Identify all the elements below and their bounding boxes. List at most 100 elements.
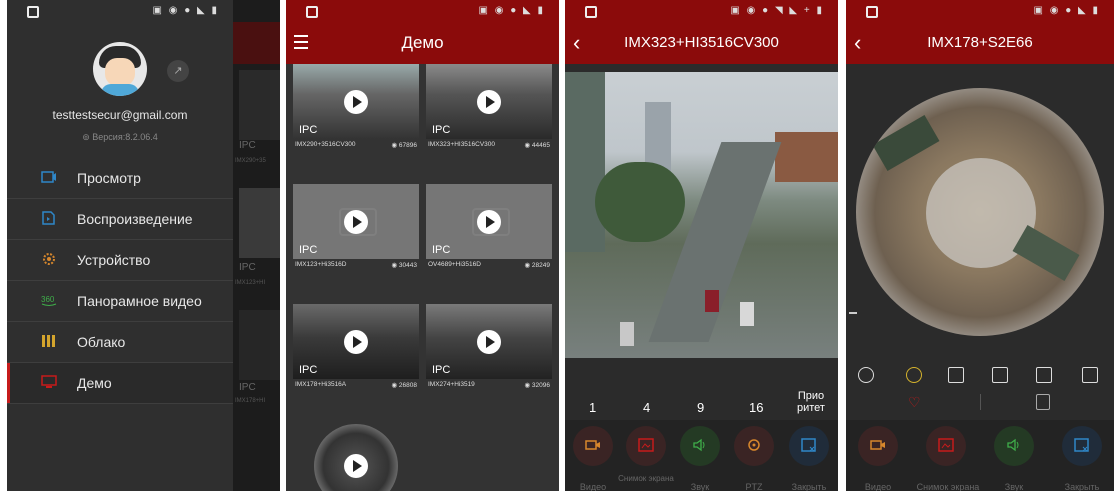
close-icon [1074,438,1089,452]
video-record-button[interactable] [858,426,898,466]
status-bar: ▣ ◉ ● ◣ ▮ [846,0,1114,22]
eye-icon: ◉ [524,382,532,389]
drawer-item-live[interactable]: Просмотр [7,158,233,199]
camera-tile[interactable]: IPC OV4689+Hi3516D ◉ 28249 [426,184,552,275]
wall-mount-icon[interactable] [1036,394,1050,410]
video-record-button[interactable] [573,426,613,466]
priority-option[interactable]: Прио ритет [797,390,825,414]
tile-caption: IMX123+Hi3516D [295,261,347,268]
drawer-item-label: Воспроизведение [77,211,193,227]
tile-views: ◉ 44465 [524,142,550,149]
split-mode-icon[interactable] [1036,367,1052,383]
video-label: Видео [579,482,607,491]
video-record-icon [870,440,885,450]
split-1[interactable]: 1 [589,400,596,415]
play-icon[interactable] [477,329,501,354]
tile-caption: OV4689+Hi3516D [428,261,481,268]
sound-icon [693,438,705,452]
ptz-label: PTZ [745,482,763,491]
split-16[interactable]: 16 [749,400,763,415]
playback-icon [42,211,55,225]
screenshot-icon [638,438,654,452]
side-label-5: IMX178+HI [235,398,266,404]
play-icon[interactable] [477,209,501,234]
camera-video[interactable] [565,72,838,358]
side-label-3: IMX123+HI [235,280,266,286]
close-icon [801,438,816,452]
svg-text:360: 360 [41,295,55,304]
camera-tile[interactable] [314,424,440,491]
drawer-item-playback[interactable]: Воспроизведение [7,199,233,240]
drawer-item-label: Облако [77,334,126,350]
tile-type: IPC [432,124,451,136]
eye-icon: ◉ [524,142,532,149]
sound-icon [1007,438,1019,452]
app-version: ⊚ Версия:8.2.06.4 [82,132,158,142]
account-email: testtestsecur@gmail.com [52,108,188,122]
status-icons: ▣ ◉ ● ◣ ▮ [152,5,219,16]
fisheye-view-screen: ▣ ◉ ● ◣ ▮ ‹ IMX178+S2E66 ♡ Видео Снимок … [846,0,1114,491]
side-label-4: IPC [239,382,256,393]
fisheye-mode-icon[interactable] [858,367,874,383]
screenshot-button[interactable] [626,426,666,466]
play-icon[interactable] [344,329,368,354]
avatar[interactable] [93,42,147,96]
ceiling-mount-icon[interactable]: ♡ [908,394,921,411]
quad-mode-icon[interactable] [992,367,1008,383]
sound-button[interactable] [994,426,1034,466]
eye-icon: ◉ [391,142,399,149]
camera-mode-icon[interactable] [1082,367,1098,383]
camera-thumbnail: IPC [293,184,419,259]
screenshot-button[interactable] [926,426,966,466]
cloud-icon [42,335,55,347]
sound-button[interactable] [680,426,720,466]
split-selector: 1 4 9 16 Прио ритет [565,390,838,422]
camera-tile[interactable]: IPC IMX123+Hi3516D ◉ 30443 [293,184,419,275]
side-label-0: IPC [239,140,256,151]
panorama-mode-icon[interactable] [948,367,964,383]
drawer-item-device[interactable]: Устройство [7,240,233,281]
camera-tile[interactable]: IPC IMX178+Hi3516A ◉ 26808 [293,304,419,395]
tile-type: IPC [299,364,318,376]
play-icon[interactable] [477,89,501,114]
tile-views: ◉ 32096 [524,382,550,389]
action-bar: Видео Снимок экрана Звук PTZ Закрыть [565,420,838,491]
camera-tile[interactable]: IPC IMX290+3516CV300 ◉ 67896 [293,64,419,155]
tile-views: ◉ 26808 [391,382,417,389]
status-icons: ▣ ◉ ● ◣ ▮ [478,5,545,16]
app-bar: ‹ IMX178+S2E66 [846,22,1114,64]
drawer-item-panorama[interactable]: 360 Панорамное видео [7,281,233,322]
drawer-item-label: Просмотр [77,170,141,186]
fisheye-video[interactable] [856,88,1104,336]
camera-tile[interactable]: IPC IMX274+Hi3519 ◉ 32096 [426,304,552,395]
navigation-drawer: ▣ ◉ ● ◣ ▮ ↗ testtestsecur@gmail.com ⊚ Ве… [7,0,233,491]
play-icon[interactable] [344,209,368,234]
split-4[interactable]: 4 [643,400,650,415]
status-icons: ▣ ◉ ● ◥ ◣ + ▮ [730,5,824,16]
camera-thumbnail: IPC [426,64,552,139]
drawer-item-cloud[interactable]: Облако [7,322,233,363]
tile-type: IPC [299,244,318,256]
dimmed-appbar [233,22,280,64]
drawer-item-label: Панорамное видео [77,293,202,309]
page-title: Демо [401,33,444,52]
dimmed-content[interactable]: IPC IMX290+35 IPC IMX123+HI IPC IMX178+H… [233,0,280,491]
page-title: IMX323+HI3516CV300 [624,34,779,51]
play-icon[interactable] [344,89,368,114]
close-label: Закрыть [1064,482,1100,491]
play-icon[interactable] [344,454,368,478]
camera-thumbnail [314,424,398,491]
status-bar: ▣ ◉ ● ◣ ▮ [7,0,233,22]
close-button[interactable] [1062,426,1102,466]
drawer-item-demo[interactable]: Демо [7,363,233,404]
edit-profile-icon[interactable]: ↗ [167,60,189,82]
circle-mode-icon[interactable] [906,367,922,383]
camera-tile[interactable]: IPC IMX323+HI3516CV300 ◉ 44465 [426,64,552,155]
eye-icon: ◉ [391,382,399,389]
split-9[interactable]: 9 [697,400,704,415]
ptz-button[interactable] [734,426,774,466]
eye-icon: ◉ [524,262,532,269]
screenshot-icon [938,438,954,452]
camera-thumbnail: IPC [426,184,552,259]
close-button[interactable] [789,426,829,466]
